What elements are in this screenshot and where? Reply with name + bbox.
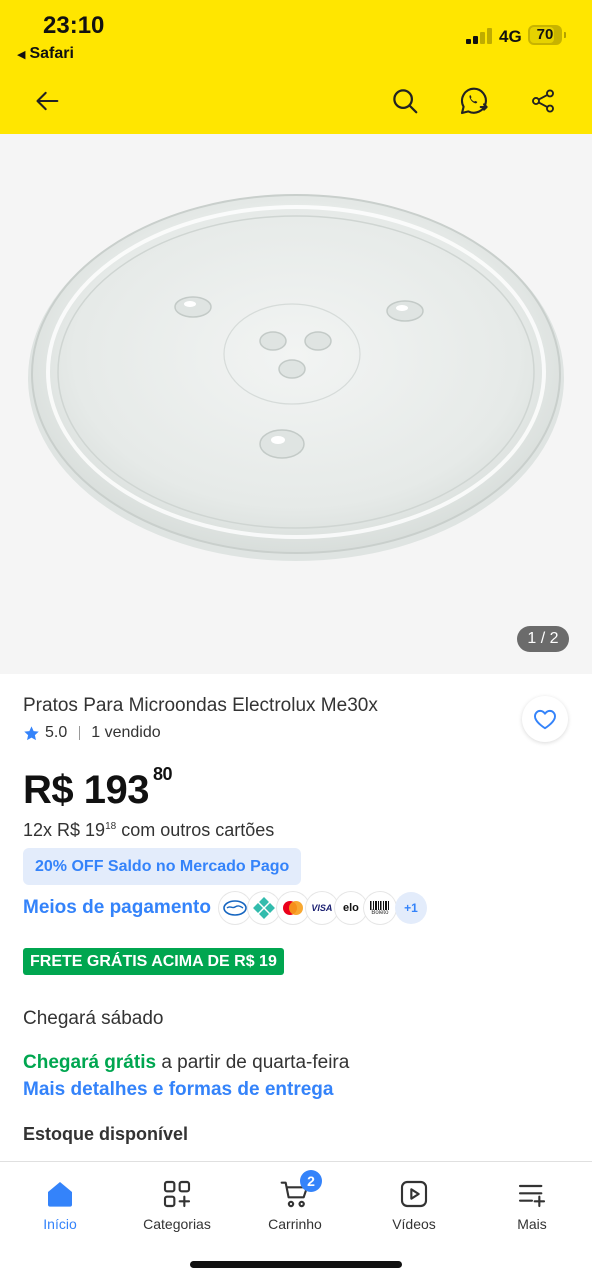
arrival-date: Chegará sábado [23, 1008, 164, 1029]
pix-icon [247, 892, 280, 924]
tab-label: Mais [517, 1216, 547, 1232]
free-arrival-info: Chegará grátis a partir de quarta-feira [23, 1052, 349, 1074]
star-icon [24, 725, 39, 740]
status-time: 23:10 [43, 12, 105, 39]
price-cents: 80 [152, 764, 173, 784]
free-arrival-highlight: Chegará grátis [23, 1052, 157, 1073]
tab-videos[interactable]: Vídeos [355, 1174, 473, 1244]
back-triangle-icon: ◀ [17, 49, 26, 61]
categories-icon [163, 1180, 191, 1208]
battery-level: 70 [536, 26, 554, 43]
visa-icon: VISA [305, 892, 338, 924]
video-play-icon [400, 1180, 428, 1208]
elo-icon: elo [334, 892, 367, 924]
home-icon [48, 1182, 72, 1207]
price: R$ 193 80 [23, 764, 173, 813]
tab-categorias[interactable]: Categorias [118, 1174, 236, 1244]
whatsapp-share-button[interactable] [455, 82, 493, 120]
app-header: 23:10 ◀ Safari 4G 70 [0, 0, 592, 134]
product-image-gallery[interactable]: 1 / 2 [0, 134, 592, 674]
mastercard-icon [276, 892, 309, 924]
favorite-button[interactable] [522, 696, 568, 742]
tab-carrinho[interactable]: 2 Carrinho [236, 1170, 354, 1244]
price-main: R$ 193 [23, 768, 149, 812]
menu-plus-icon [518, 1184, 546, 1208]
battery-icon: 70 [528, 25, 566, 45]
share-button[interactable] [524, 82, 562, 120]
share-icon [532, 89, 554, 113]
boleto-label: Boleto [371, 909, 389, 916]
payment-methods-row[interactable]: Meios de pagamento VISA elo Boleto +1 [23, 890, 427, 926]
product-title: Pratos Para Microondas Electrolux Me30x [23, 695, 378, 716]
back-button[interactable] [29, 82, 67, 120]
delivery-details-link[interactable]: Mais detalhes e formas de entrega [23, 1079, 333, 1101]
rating-value: 5.0 [45, 724, 68, 741]
search-icon [393, 89, 418, 114]
tab-label: Início [43, 1216, 77, 1232]
tab-label: Vídeos [392, 1216, 436, 1232]
rating-divider [79, 726, 81, 740]
tab-label: Carrinho [268, 1216, 322, 1232]
image-counter: 1 / 2 [517, 626, 569, 652]
free-shipping-badge: FRETE GRÁTIS ACIMA DE R$ 19 [23, 948, 284, 975]
installment-suffix: com outros cartões [116, 820, 275, 840]
mercadopago-icon [218, 892, 251, 924]
network-type: 4G [499, 27, 522, 46]
search-button[interactable] [386, 82, 424, 120]
arrow-left-icon [36, 91, 59, 111]
more-payment-methods[interactable]: +1 [394, 892, 427, 924]
rating-row[interactable]: 5.0 1 vendido [23, 724, 161, 742]
cell-signal-icon [466, 27, 494, 44]
free-arrival-rest: a partir de quarta-feira [156, 1052, 350, 1073]
whatsapp-share-icon [460, 87, 488, 115]
promo-badge[interactable]: 20% OFF Saldo no Mercado Pago [23, 848, 302, 885]
heart-icon [534, 709, 556, 730]
glass-turntable-plate-image [28, 194, 564, 561]
tab-inicio[interactable]: Início [1, 1174, 119, 1244]
stock-status: Estoque disponível [23, 1124, 189, 1144]
back-to-app-link[interactable]: ◀ Safari [17, 45, 74, 63]
tab-label: Categorias [143, 1216, 211, 1232]
home-indicator [190, 1261, 402, 1268]
tab-mais[interactable]: Mais [473, 1174, 591, 1244]
installment-prefix: 12x R$ 19 [23, 820, 106, 840]
boleto-icon: Boleto [363, 892, 396, 924]
sold-count: 1 vendido [91, 724, 161, 741]
installment-cents: 18 [105, 821, 117, 832]
cart-count-badge: 2 [300, 1170, 322, 1192]
installments-text: 12x R$ 1918 com outros cartões [23, 820, 274, 841]
payment-methods-link[interactable]: Meios de pagamento [23, 897, 211, 919]
back-app-label: Safari [29, 45, 74, 62]
